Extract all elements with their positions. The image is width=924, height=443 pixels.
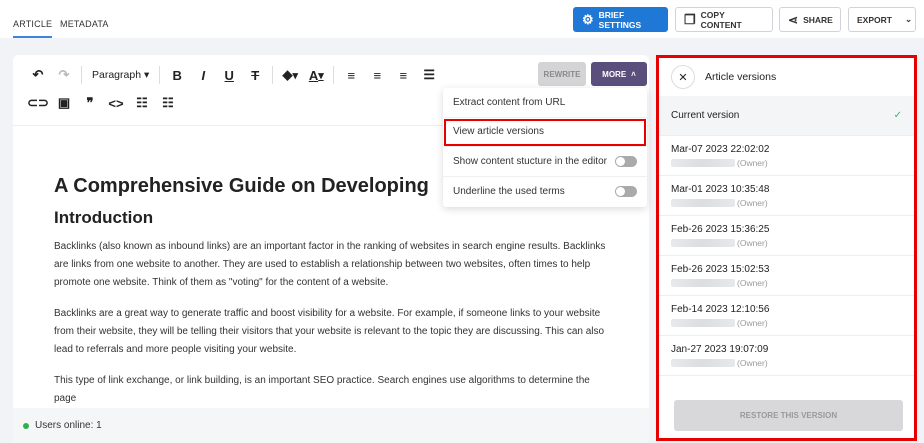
version-item[interactable]: Mar-07 2023 22:02:02 (Owner) xyxy=(659,136,914,176)
structure-toggle[interactable] xyxy=(615,155,637,167)
version-role: (Owner) xyxy=(737,238,768,248)
menu-label: Extract content from URL xyxy=(453,96,566,108)
blurred-username xyxy=(671,199,735,207)
align-left-icon[interactable]: ≡ xyxy=(338,65,364,85)
version-item[interactable]: Feb-14 2023 12:10:56 (Owner) xyxy=(659,296,914,336)
numbered-list-icon[interactable]: ☷ xyxy=(155,93,181,113)
version-author: (Owner) xyxy=(671,318,914,328)
version-item[interactable]: Jan-27 2023 19:07:09 (Owner) xyxy=(659,336,914,376)
share-icon: ⋖ xyxy=(788,12,799,27)
version-role: (Owner) xyxy=(737,158,768,168)
version-date: Jan-27 2023 19:07:09 xyxy=(671,344,769,355)
align-right-icon[interactable]: ≡ xyxy=(390,65,416,85)
strikethrough-icon[interactable]: T xyxy=(242,65,268,85)
italic-icon[interactable]: I xyxy=(190,65,216,85)
more-menu: Extract content from URL View article ve… xyxy=(443,88,647,207)
quote-icon[interactable]: ❞ xyxy=(77,93,103,113)
version-date: Mar-01 2023 10:35:48 xyxy=(671,184,770,195)
panel-title: Article versions xyxy=(705,71,777,83)
online-dot-icon xyxy=(23,422,29,429)
version-list: Mar-07 2023 22:02:02 (Owner) Mar-01 2023 1… xyxy=(659,136,914,376)
menu-label: Underline the used terms xyxy=(453,185,565,197)
version-item[interactable]: Mar-01 2023 10:35:48 (Owner) xyxy=(659,176,914,216)
brief-settings-button[interactable]: ⚙ BRIEF SETTINGS xyxy=(573,7,668,32)
version-role: (Owner) xyxy=(737,358,768,368)
version-current[interactable]: Current version ✓ xyxy=(659,96,914,136)
toolbar-row-1: ↶ ↷ Paragraph ▾ B I U T ◆ ▾ A ▾ ≡ ≡ ≡ ☰ xyxy=(25,65,442,85)
article-heading: Introduction xyxy=(54,208,154,227)
block-format-select[interactable]: Paragraph ▾ xyxy=(86,69,155,81)
text-color-icon[interactable]: A ▾ xyxy=(303,65,329,85)
export-button[interactable]: EXPORT ⌄ xyxy=(848,7,916,32)
version-author: (Owner) xyxy=(671,238,914,248)
version-author: (Owner) xyxy=(671,158,914,168)
menu-item-extract-content[interactable]: Extract content from URL xyxy=(443,88,647,118)
menu-item-underline-terms[interactable]: Underline the used terms xyxy=(443,177,647,207)
version-date: Feb-14 2023 12:10:56 xyxy=(671,304,770,315)
menu-item-view-versions[interactable]: View article versions xyxy=(443,118,647,147)
version-date: Mar-07 2023 22:02:02 xyxy=(671,144,770,155)
restore-version-button[interactable]: RESTORE THIS VERSION xyxy=(674,400,903,431)
divider xyxy=(159,66,161,84)
version-role: (Owner) xyxy=(737,318,768,328)
version-author: (Owner) xyxy=(671,358,914,368)
align-justify-icon[interactable]: ☰ xyxy=(416,65,442,85)
more-button[interactable]: MORE ˄ xyxy=(591,62,647,86)
close-icon[interactable]: ✕ xyxy=(671,65,695,89)
version-label: Current version xyxy=(671,110,740,121)
more-label: MORE xyxy=(602,69,627,79)
blurred-username xyxy=(671,359,735,367)
redo-icon[interactable]: ↷ xyxy=(51,65,77,85)
version-author: (Owner) xyxy=(671,278,914,288)
version-item[interactable]: Feb-26 2023 15:02:53 (Owner) xyxy=(659,256,914,296)
code-icon[interactable]: <> xyxy=(103,93,129,113)
bullet-list-icon[interactable]: ☷ xyxy=(129,93,155,113)
version-date: Feb-26 2023 15:02:53 xyxy=(671,264,770,275)
block-format-label: Paragraph xyxy=(92,69,142,81)
article-versions-panel: ✕ Article versions Current version ✓ Mar-… xyxy=(656,55,917,441)
copy-content-button[interactable]: ❐ COPY CONTENT xyxy=(675,7,773,32)
top-bar: ARTICLE METADATA ⚙ BRIEF SETTINGS ❐ COPY C… xyxy=(0,0,924,38)
paragraph: This type of link exchange, or link buil… xyxy=(54,375,590,404)
blurred-username xyxy=(671,279,735,287)
copy-icon: ❐ xyxy=(684,11,696,27)
version-role: (Owner) xyxy=(737,278,768,288)
users-online: Users online: 1 xyxy=(35,420,102,431)
highlight-color-icon[interactable]: ◆ ▾ xyxy=(277,65,303,85)
gear-icon: ⚙ xyxy=(582,11,594,27)
bold-icon[interactable]: B xyxy=(164,65,190,85)
chevron-down-icon: ⌄ xyxy=(904,14,913,24)
version-author: (Owner) xyxy=(671,198,914,208)
blurred-username xyxy=(671,239,735,247)
panel-header: ✕ Article versions xyxy=(659,58,914,96)
underline-icon[interactable]: U xyxy=(216,65,242,85)
menu-label: Show content stucture in the editor xyxy=(453,155,607,167)
rewrite-button[interactable]: REWRITE xyxy=(538,62,586,86)
chevron-up-icon: ˄ xyxy=(631,69,636,79)
underline-toggle[interactable] xyxy=(615,185,637,197)
tab-metadata[interactable]: METADATA xyxy=(60,19,109,29)
menu-item-show-structure[interactable]: Show content stucture in the editor xyxy=(443,147,647,177)
divider xyxy=(272,66,274,84)
image-icon[interactable]: ▣ xyxy=(51,93,77,113)
toolbar-row-2: ⊂⊃ ▣ ❞ <> ☷ ☷ xyxy=(25,93,181,113)
check-icon: ✓ xyxy=(893,110,902,121)
version-item[interactable]: Feb-26 2023 15:36:25 (Owner) xyxy=(659,216,914,256)
paragraph: Backlinks are a great way to generate tr… xyxy=(54,308,605,355)
version-date: Feb-26 2023 15:36:25 xyxy=(671,224,770,235)
paragraph: Backlinks (also known as inbound links) … xyxy=(54,241,606,288)
undo-icon[interactable]: ↶ xyxy=(25,65,51,85)
divider xyxy=(81,66,82,84)
menu-label: View article versions xyxy=(453,126,544,138)
blurred-username xyxy=(671,159,735,167)
share-button[interactable]: ⋖ SHARE xyxy=(779,7,841,32)
link-icon[interactable]: ⊂⊃ xyxy=(25,93,51,113)
divider xyxy=(333,66,335,84)
blurred-username xyxy=(671,319,735,327)
tab-article[interactable]: ARTICLE xyxy=(13,19,53,38)
article-content[interactable]: A Comprehensive Guide on Developing Intr… xyxy=(54,175,614,421)
version-role: (Owner) xyxy=(737,198,768,208)
status-bar: Users online: 1 xyxy=(13,408,649,443)
align-center-icon[interactable]: ≡ xyxy=(364,65,390,85)
